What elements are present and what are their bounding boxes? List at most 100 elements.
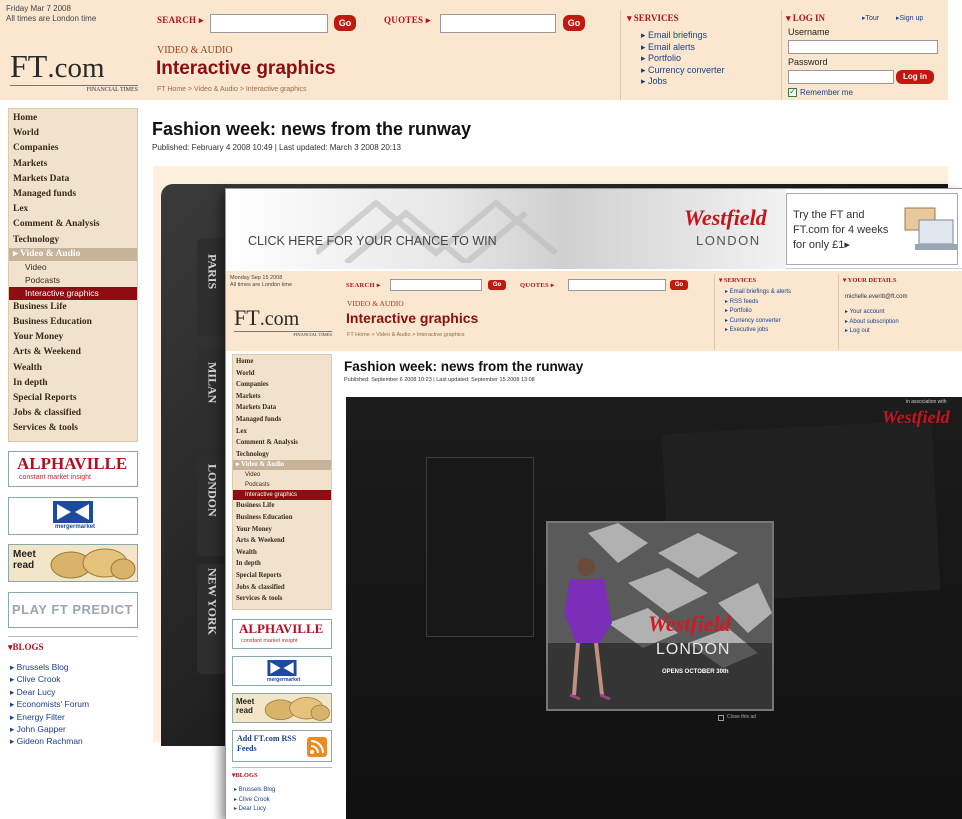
nav-sub-podcasts[interactable]: Podcasts [233,480,331,490]
service-email-briefings[interactable]: ▸ Email briefings [641,30,725,42]
nav-special-reports[interactable]: Special Reports [236,570,328,582]
service-currency-converter[interactable]: ▸ Currency converter [641,65,725,77]
nav-arts-weekend[interactable]: Arts & Weekend [13,345,133,360]
nav-managed-funds[interactable]: Managed funds [236,414,328,426]
nav-markets[interactable]: Markets [236,391,328,403]
nav-comment-analysis[interactable]: Comment & Analysis [13,217,133,232]
mergermarket-promo[interactable]: mergermarket [8,497,138,535]
nav-arts-weekend[interactable]: Arts & Weekend [236,535,328,547]
nav-sub-interactive-graphics[interactable]: Interactive graphics [9,286,137,300]
blog-energy-filter[interactable]: ▸ Energy Filter [10,711,89,723]
tab-paris[interactable]: PARIS [197,238,227,336]
nav-sub-video[interactable]: Video [9,261,137,274]
nav-sub-interactive-graphics[interactable]: Interactive graphics [233,490,331,501]
nav-sub-video[interactable]: Video [233,470,331,480]
ft-predict-promo[interactable]: PLAY FT PREDICT [8,592,138,628]
nav-companies[interactable]: Companies [236,379,328,391]
nav-wealth[interactable]: Wealth [13,361,133,376]
nav-business-education[interactable]: Business Education [13,315,133,330]
ft-logo[interactable]: FT.com FINANCIAL TIMES [234,305,334,345]
nav-video-audio[interactable]: ▸ Video & Audio [233,460,331,471]
westfield-popup-ad[interactable]: Westfield LONDON OPENS OCTOBER 30th [546,521,774,711]
service-portfolio[interactable]: ▸ Portfolio [641,53,725,65]
signup-link[interactable]: ▸Sign up [896,14,923,22]
nav-your-money[interactable]: Your Money [236,524,328,536]
log-out-link[interactable]: ▸ Log out [845,327,899,337]
nav-companies[interactable]: Companies [13,141,133,156]
nav-lex[interactable]: Lex [236,426,328,438]
nav-your-money[interactable]: Your Money [13,330,133,345]
nav-jobs-classified[interactable]: Jobs & classified [236,582,328,594]
nav-in-depth[interactable]: In depth [236,558,328,570]
alphaville-promo[interactable]: ALPHAVILLE constant market insight [232,619,332,649]
ft-logo[interactable]: FT.com FINANCIAL TIMES [10,48,138,96]
meet-read-promo[interactable]: Meet read [232,693,332,723]
tab-london[interactable]: LONDON [197,456,227,556]
tour-link[interactable]: ▸Tour [862,14,879,22]
interactive-graphic[interactable]: in association with Westfield Westfield … [346,397,962,819]
login-button[interactable]: Log in [896,70,934,84]
nav-managed-funds[interactable]: Managed funds [13,187,133,202]
nav-business-life[interactable]: Business Life [236,500,328,512]
blog-clive-crook[interactable]: ▸ Clive Crook [234,796,275,806]
ft-subscription-ad[interactable]: Try the FT and FT.com for 4 weeks for on… [786,193,958,265]
tab-new-york[interactable]: NEW YORK [197,564,227,674]
nav-world[interactable]: World [13,126,133,141]
nav-technology[interactable]: Technology [13,233,133,248]
password-input[interactable] [788,70,894,84]
nav-services-tools[interactable]: Services & tools [236,593,328,605]
service-jobs[interactable]: ▸ Jobs [641,76,725,88]
quotes-input[interactable] [568,279,666,291]
nav-home[interactable]: Home [236,356,328,368]
nav-technology[interactable]: Technology [236,449,328,461]
nav-sub-podcasts[interactable]: Podcasts [9,274,137,287]
rss-feeds-promo[interactable]: Add FT.com RSS Feeds [232,730,332,762]
nav-home[interactable]: Home [13,111,133,126]
blog-brussels[interactable]: ▸ Brussels Blog [234,786,275,796]
breadcrumb[interactable]: FT Home > Video & Audio > Interactive gr… [157,86,307,93]
mergermarket-promo[interactable]: mergermarket [232,656,332,686]
blog-economists-forum[interactable]: ▸ Economists' Forum [10,698,89,710]
breadcrumb[interactable]: FT Home > Video & Audio > Interactive gr… [347,332,465,338]
search-go-button[interactable]: Go [334,15,356,31]
service-currency-converter[interactable]: ▸ Currency converter [725,317,791,327]
nav-services-tools[interactable]: Services & tools [13,421,133,436]
blog-dear-lucy[interactable]: ▸ Dear Lucy [234,805,275,815]
nav-business-life[interactable]: Business Life [13,300,133,315]
nav-jobs-classified[interactable]: Jobs & classified [13,406,133,421]
username-input[interactable] [788,40,938,54]
nav-markets-data[interactable]: Markets Data [236,402,328,414]
service-email-briefings[interactable]: ▸ Email briefings & alerts [725,288,791,298]
service-executive-jobs[interactable]: ▸ Executive jobs [725,326,791,336]
nav-business-education[interactable]: Business Education [236,512,328,524]
nav-special-reports[interactable]: Special Reports [13,391,133,406]
nav-markets[interactable]: Markets [13,157,133,172]
search-input[interactable] [390,279,482,291]
search-input[interactable] [210,14,328,33]
service-rss-feeds[interactable]: ▸ RSS feeds [725,298,791,308]
nav-in-depth[interactable]: In depth [13,376,133,391]
search-go-button[interactable]: Go [488,280,506,290]
blog-john-gapper[interactable]: ▸ John Gapper [10,723,89,735]
win-banner-ad[interactable]: CLICK HERE FOR YOUR CHANCE TO WIN Westfi… [226,189,786,269]
nav-markets-data[interactable]: Markets Data [13,172,133,187]
nav-comment-analysis[interactable]: Comment & Analysis [236,437,328,449]
tab-milan[interactable]: MILAN [197,348,227,448]
blog-dear-lucy[interactable]: ▸ Dear Lucy [10,686,89,698]
nav-video-audio[interactable]: ▸ Video & Audio [9,247,137,261]
your-account-link[interactable]: ▸ Your account [845,308,899,318]
alphaville-promo[interactable]: ALPHAVILLE constant market insight [8,451,138,487]
remember-checkbox[interactable]: ✓ [788,86,797,97]
service-portfolio[interactable]: ▸ Portfolio [725,307,791,317]
close-ad-checkbox[interactable] [718,715,724,721]
close-ad-link[interactable]: Close this ad [727,714,756,720]
meet-read-promo[interactable]: Meet read [8,544,138,582]
service-email-alerts[interactable]: ▸ Email alerts [641,42,725,54]
blog-gideon-rachman[interactable]: ▸ Gideon Rachman [10,735,89,747]
quotes-go-button[interactable]: Go [670,280,688,290]
about-subscription-link[interactable]: ▸ About subscription [845,318,899,328]
blog-brussels[interactable]: ▸ Brussels Blog [10,661,89,673]
nav-lex[interactable]: Lex [13,202,133,217]
nav-wealth[interactable]: Wealth [236,547,328,559]
nav-world[interactable]: World [236,368,328,380]
